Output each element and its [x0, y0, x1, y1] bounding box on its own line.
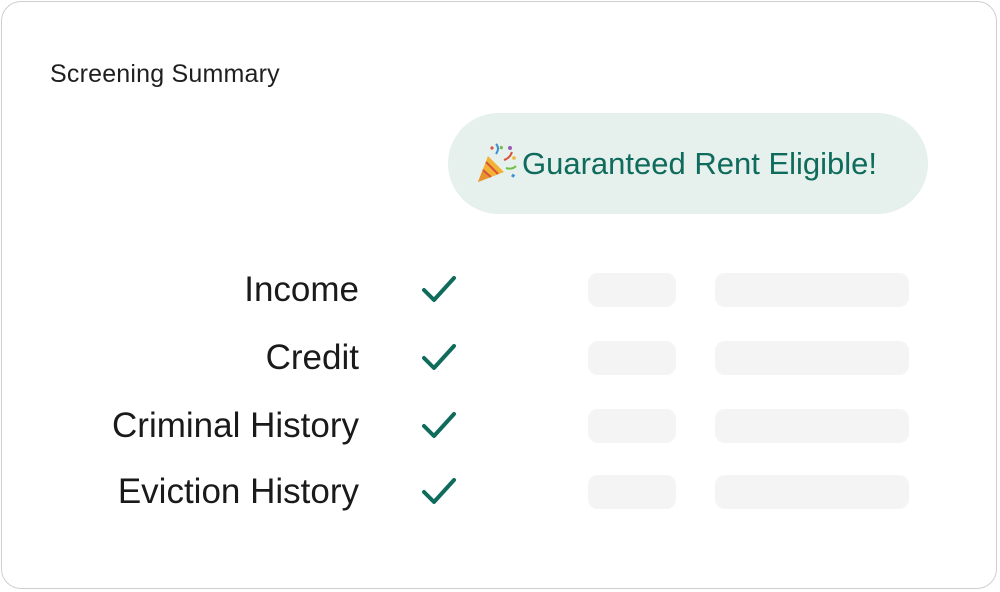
placeholder-bar [588, 341, 676, 375]
check-label: Criminal History [112, 406, 359, 445]
party-popper-icon [478, 142, 517, 182]
placeholder-bar [588, 273, 676, 307]
eligibility-badge: Guaranteed Rent Eligible! [448, 113, 928, 214]
placeholder-bar [715, 409, 909, 443]
placeholder-bar [715, 341, 909, 375]
placeholder-bar [588, 475, 676, 509]
card-title: Screening Summary [50, 60, 280, 88]
check-label: Credit [265, 338, 359, 377]
placeholder-bar [588, 409, 676, 443]
check-icon [422, 478, 456, 504]
check-label: Eviction History [117, 472, 359, 511]
placeholder-bar [715, 273, 909, 307]
check-row-eviction-history: Eviction History [2, 462, 1000, 522]
check-row-income: Income [2, 260, 1000, 320]
screening-summary-card: Screening Summary Guaranteed Rent Eligib… [1, 1, 997, 589]
check-row-credit: Credit [2, 328, 1000, 388]
check-label: Income [244, 270, 359, 309]
check-icon [422, 412, 456, 438]
eligibility-badge-label: Guaranteed Rent Eligible! [522, 145, 878, 181]
check-icon [422, 344, 456, 370]
check-row-criminal-history: Criminal History [2, 396, 1000, 456]
placeholder-bar [715, 475, 909, 509]
check-icon [422, 276, 456, 302]
